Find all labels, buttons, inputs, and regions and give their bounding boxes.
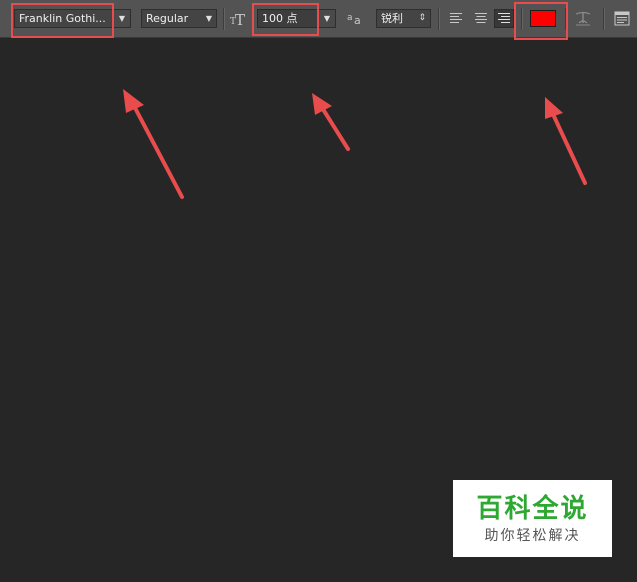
- font-family-field[interactable]: Franklin Gothi...: [14, 9, 113, 28]
- chevron-down-icon: ▼: [205, 14, 212, 23]
- font-size-icon: T T: [229, 9, 249, 29]
- font-size-input[interactable]: 100 点: [257, 9, 318, 28]
- align-left-button[interactable]: [446, 9, 466, 28]
- photoshop-window: Franklin Gothi... ▼ Regular ▼ T T 100 点 …: [0, 0, 637, 582]
- arrow-to-text-color: [545, 97, 587, 185]
- svg-text:a: a: [354, 14, 361, 27]
- svg-text:a: a: [347, 13, 353, 23]
- watermark-subtitle: 助你轻松解决: [484, 528, 581, 544]
- anti-alias-icon: a a: [346, 9, 366, 28]
- toolbar-separator: [603, 8, 605, 30]
- character-panel-icon[interactable]: [612, 9, 632, 28]
- toolbar-separator: [438, 8, 440, 30]
- font-size-value: 100 点: [262, 12, 298, 25]
- arrow-to-font-family: [123, 89, 184, 199]
- toolbar-separator: [521, 8, 523, 30]
- align-right-icon: [498, 13, 510, 23]
- chevron-down-icon: ▼: [323, 14, 331, 23]
- align-center-icon: [475, 13, 487, 23]
- chevron-updown-icon: ⇕: [418, 13, 426, 23]
- toolbar-separator: [223, 8, 225, 30]
- font-family-dropdown-button[interactable]: ▼: [113, 9, 131, 28]
- svg-text:T: T: [235, 11, 245, 28]
- font-family-value: Franklin Gothi...: [19, 12, 106, 25]
- arrow-to-font-size: [312, 93, 350, 151]
- font-style-field[interactable]: Regular ▼: [141, 9, 217, 28]
- toolbar-separator: [565, 8, 567, 30]
- text-color-swatch[interactable]: [530, 10, 556, 27]
- anti-alias-value: 锐利: [381, 12, 403, 25]
- align-right-button[interactable]: [494, 9, 514, 28]
- watermark-title: 百科全说: [476, 494, 589, 524]
- warp-text-icon[interactable]: [572, 9, 594, 28]
- align-center-button[interactable]: [471, 9, 491, 28]
- text-options-bar: Franklin Gothi... ▼ Regular ▼ T T 100 点 …: [0, 0, 637, 38]
- font-style-value: Regular: [146, 12, 189, 25]
- align-left-icon: [450, 13, 462, 23]
- watermark-logo: 百科全说 助你轻松解决: [453, 480, 612, 557]
- chevron-down-icon: ▼: [118, 14, 126, 23]
- font-size-dropdown-button[interactable]: ▼: [318, 9, 336, 28]
- anti-alias-select[interactable]: 锐利 ⇕: [376, 9, 431, 28]
